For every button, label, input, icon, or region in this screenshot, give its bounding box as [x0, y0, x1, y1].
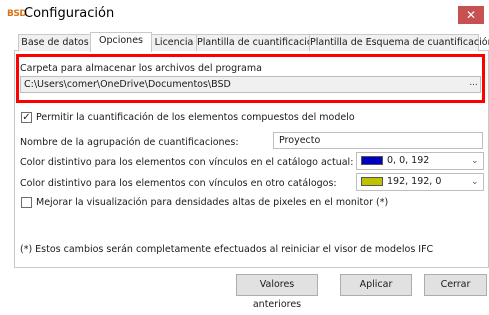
group-name-label: Nombre de la agrupación de cuantificacio… — [20, 137, 239, 148]
close-window-button[interactable]: ✕ — [458, 6, 484, 24]
group-name-value: Proyecto — [279, 135, 321, 146]
group-name-input[interactable]: Proyecto — [273, 132, 483, 149]
window-title: Configuración — [24, 6, 115, 21]
color-current-value: 0, 0, 192 — [387, 155, 430, 166]
browse-folder-button[interactable]: ... — [468, 78, 479, 91]
tab-base-de-datos[interactable]: Base de datos — [18, 34, 92, 51]
chevron-down-icon: ⌄ — [471, 156, 479, 166]
composite-checkbox[interactable]: ✓ — [21, 112, 32, 123]
previous-values-button[interactable]: Valores anteriores — [236, 274, 318, 310]
folder-path-value: C:\Users\comer\OneDrive\Documentos\BSD — [24, 79, 231, 90]
high-dpi-label: Mejorar la visualización para densidades… — [36, 197, 389, 208]
title-bar: BSD Configuración ✕ — [0, 0, 489, 30]
tab-strip: Base de datos Opciones Licencia Plantill… — [0, 30, 489, 52]
tab-plantilla-cuantificacion[interactable]: Plantilla de cuantificación — [196, 34, 319, 51]
high-dpi-checkbox[interactable] — [21, 197, 32, 208]
tab-opciones[interactable]: Opciones — [90, 32, 152, 52]
apply-button[interactable]: Aplicar — [340, 274, 412, 296]
color-current-label: Color distintivo para los elementos con … — [20, 157, 354, 168]
color-swatch-current — [361, 156, 383, 165]
composite-label: Permitir la cuantificación de los elemen… — [36, 112, 355, 123]
tab-licencia[interactable]: Licencia — [150, 34, 198, 51]
chevron-down-icon: ⌄ — [471, 177, 479, 187]
color-swatch-other — [361, 177, 383, 186]
color-current-select[interactable]: 0, 0, 192 ⌄ — [356, 152, 484, 170]
close-icon: ✕ — [465, 8, 477, 22]
color-other-select[interactable]: 192, 192, 0 ⌄ — [356, 173, 484, 191]
color-other-value: 192, 192, 0 — [387, 176, 442, 187]
restart-note: (*) Estos cambios serán completamente ef… — [20, 244, 434, 255]
folder-label: Carpeta para almacenar los archivos del … — [20, 63, 262, 74]
color-other-label: Color distintivo para los elementos con … — [20, 178, 337, 189]
check-icon: ✓ — [22, 112, 31, 123]
tab-plantilla-esquema[interactable]: Plantilla de Esquema de cuantificación — [309, 34, 489, 51]
close-button[interactable]: Cerrar — [424, 274, 487, 296]
